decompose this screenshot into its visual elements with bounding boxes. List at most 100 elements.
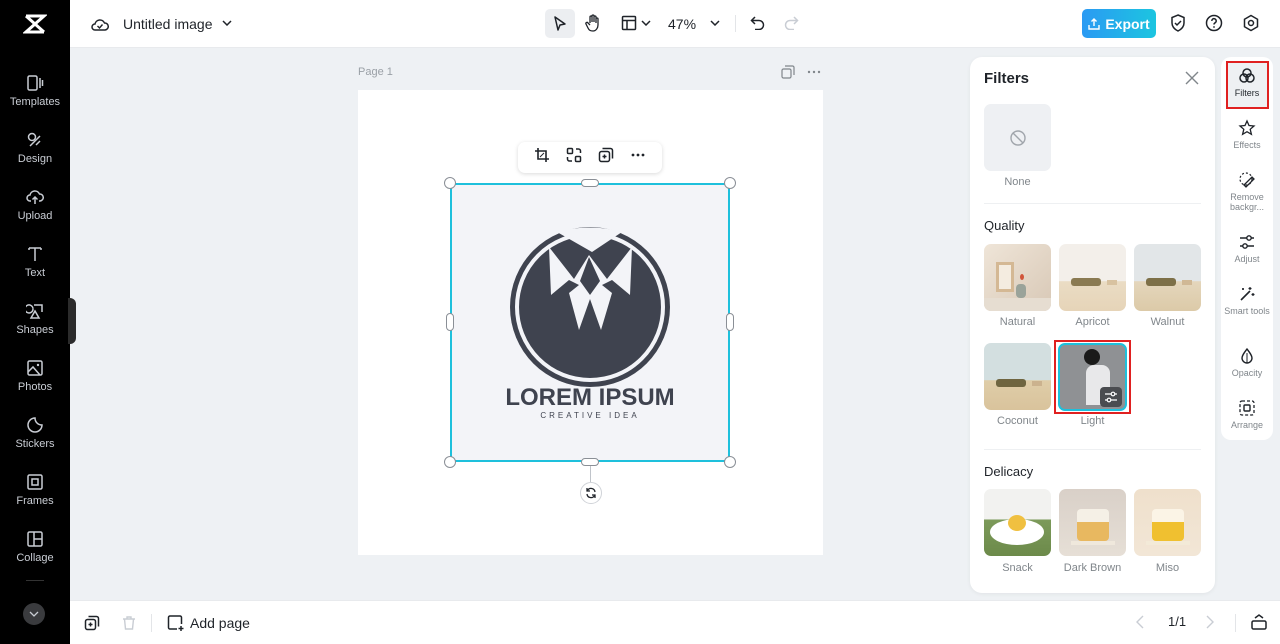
resize-handle-bottom-left[interactable]: [444, 456, 456, 468]
crop-icon[interactable]: [534, 147, 550, 168]
sidebar-item-text[interactable]: Text: [0, 243, 70, 295]
duplicate-page-icon[interactable]: [781, 65, 795, 79]
rotate-icon: [586, 487, 596, 499]
settings-button[interactable]: [1241, 13, 1261, 33]
shapes-icon: [26, 304, 43, 319]
tool-opacity[interactable]: Opacity: [1221, 347, 1273, 378]
duplicate-page-button[interactable]: [84, 615, 100, 631]
tool-effects[interactable]: Effects: [1221, 119, 1273, 150]
sidebar-item-photos[interactable]: Photos: [0, 357, 70, 409]
sidebar-item-upload[interactable]: Upload: [0, 186, 70, 238]
zoom-level[interactable]: 47%: [668, 14, 696, 34]
logo-icon: [23, 14, 47, 34]
close-panel-button[interactable]: [1184, 70, 1200, 86]
shield-button[interactable]: [1168, 13, 1188, 33]
filter-apricot[interactable]: [1059, 244, 1126, 311]
select-tool-button[interactable]: [545, 9, 575, 38]
sidebar-item-templates[interactable]: Templates: [0, 72, 70, 124]
add-page-button[interactable]: Add page: [167, 613, 250, 633]
resize-handle-left[interactable]: [446, 313, 454, 331]
rotate-handle[interactable]: [580, 482, 602, 504]
prev-page-button[interactable]: [1136, 615, 1148, 631]
collage-icon: [27, 531, 43, 547]
sidebar-item-label: Stickers: [15, 438, 55, 450]
resize-handle-top-left[interactable]: [444, 177, 456, 189]
filter-coconut[interactable]: [984, 343, 1051, 410]
layout-dropdown[interactable]: [619, 12, 653, 34]
replace-icon[interactable]: [566, 147, 582, 168]
cloud-save-icon[interactable]: [90, 14, 110, 34]
duplicate-icon: [84, 615, 100, 631]
templates-icon: [27, 75, 44, 91]
section-divider: [984, 449, 1201, 450]
logo-subtitle: CREATIVE IDEA: [540, 411, 639, 420]
filters-panel: Filters None Quality Natural Apricot Wal…: [970, 57, 1215, 593]
page-more-icon[interactable]: [807, 65, 821, 79]
export-button[interactable]: Export: [1082, 9, 1156, 38]
delete-page-button[interactable]: [121, 615, 137, 631]
resize-handle-top[interactable]: [581, 179, 599, 187]
remove-background-icon: [1239, 172, 1255, 188]
export-icon: [1088, 17, 1101, 30]
chevron-down-icon: [641, 20, 651, 26]
effects-star-icon: [1238, 119, 1256, 136]
filters-icon: [1239, 68, 1255, 83]
tool-label: Filters: [1234, 88, 1260, 98]
tool-label: Arrange: [1230, 420, 1264, 430]
filter-none[interactable]: [984, 104, 1051, 171]
tool-label: Effects: [1233, 140, 1261, 150]
sidebar-item-collage[interactable]: Collage: [0, 528, 70, 580]
chevron-right-icon: [1206, 615, 1214, 629]
tool-smart-tools[interactable]: Smart tools: [1221, 285, 1273, 316]
filter-dark-brown[interactable]: [1059, 489, 1126, 556]
sidebar-item-label: Design: [17, 153, 53, 165]
help-button[interactable]: [1204, 13, 1224, 33]
export-label: Export: [1105, 15, 1150, 32]
resize-handle-right[interactable]: [726, 313, 734, 331]
sidebar-divider: [26, 580, 44, 581]
filter-label: Natural: [999, 316, 1036, 328]
sidebar-item-frames[interactable]: Frames: [0, 471, 70, 523]
selected-image[interactable]: LOREM IPSUM CREATIVE IDEA: [450, 183, 730, 462]
next-page-button[interactable]: [1206, 615, 1218, 631]
tool-filters[interactable]: Filters: [1221, 67, 1273, 98]
filter-snack[interactable]: [984, 489, 1051, 556]
capcut-logo[interactable]: [0, 0, 70, 48]
filter-label: Apricot: [1075, 316, 1110, 328]
hand-tool-button[interactable]: [582, 12, 604, 34]
element-toolbar: [518, 142, 662, 173]
redo-button[interactable]: [781, 13, 801, 33]
tool-adjust[interactable]: Adjust: [1221, 233, 1273, 264]
redo-icon: [784, 16, 799, 30]
sidebar-more-button[interactable]: [23, 603, 45, 625]
tool-arrange[interactable]: Arrange: [1221, 399, 1273, 430]
zoom-chevron-down-icon[interactable]: [708, 16, 722, 30]
filter-light[interactable]: [1058, 343, 1127, 411]
document-title[interactable]: Untitled image: [123, 14, 213, 34]
duplicate-icon[interactable]: [598, 147, 614, 168]
undo-button[interactable]: [748, 13, 768, 33]
filter-label: Snack: [1002, 562, 1033, 574]
filter-miso[interactable]: [1134, 489, 1201, 556]
page-counter: 1/1: [1168, 614, 1187, 629]
filter-walnut[interactable]: [1134, 244, 1201, 311]
sidebar-item-label: Collage: [16, 552, 54, 564]
close-icon: [1185, 71, 1199, 85]
sidebar-item-design[interactable]: Design: [0, 129, 70, 181]
filter-adjust-button[interactable]: [1100, 387, 1122, 407]
left-sidebar: Templates Design Upload Text Shapes Phot…: [0, 0, 70, 644]
add-page-label: Add page: [190, 615, 250, 631]
sidebar-item-shapes[interactable]: Shapes: [0, 300, 70, 352]
title-chevron-down-icon[interactable]: [220, 16, 234, 30]
filter-label: Walnut: [1150, 316, 1185, 328]
resize-handle-bottom-right[interactable]: [724, 456, 736, 468]
tool-remove-background[interactable]: Remove backgr...: [1221, 171, 1273, 212]
filter-natural[interactable]: [984, 244, 1051, 311]
resize-handle-top-right[interactable]: [724, 177, 736, 189]
toolbar-divider: [735, 15, 736, 32]
sidebar-item-stickers[interactable]: Stickers: [0, 414, 70, 466]
expand-pages-button[interactable]: [1250, 613, 1268, 631]
resize-handle-bottom[interactable]: [581, 458, 599, 466]
more-options-icon[interactable]: [630, 147, 646, 168]
sidebar-item-label: Templates: [9, 96, 61, 108]
